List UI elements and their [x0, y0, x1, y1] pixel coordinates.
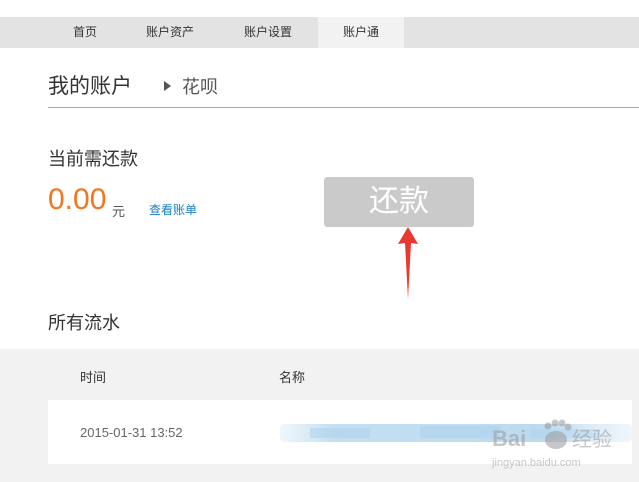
repay-button[interactable]: 还款 [324, 177, 474, 227]
svg-text:经验: 经验 [572, 427, 612, 451]
title-divider [48, 107, 639, 108]
column-header-name: 名称 [279, 371, 306, 386]
svg-text:Bai: Bai [492, 426, 526, 451]
breadcrumb-arrow-icon [164, 81, 171, 91]
top-navigation-bar: 首页 账户资产 账户设置 账户通 [0, 17, 639, 48]
cell-time: 2015-01-31 13:52 [80, 425, 183, 440]
column-header-time: 时间 [80, 371, 107, 386]
svg-text:jingyan.baidu.com: jingyan.baidu.com [492, 457, 581, 469]
top-navigation: 首页 账户资产 账户设置 账户通 [0, 0, 639, 48]
repayment-heading: 当前需还款 [48, 149, 138, 170]
breadcrumb: 花呗 [182, 77, 218, 98]
view-bill-link[interactable]: 查看账单 [149, 201, 197, 218]
transactions-heading: 所有流水 [48, 313, 120, 334]
currency-unit: 元 [112, 205, 126, 220]
nav-item-home[interactable]: 首页 [46, 17, 124, 48]
nav-item-account-settings[interactable]: 账户设置 [226, 17, 310, 48]
page-title: 我的账户 [48, 74, 132, 98]
account-page: 首页 账户资产 账户设置 账户通 我的账户 花呗 当前需还款 0.00 元 查看… [0, 0, 639, 482]
nav-item-account-link[interactable]: 账户通 [318, 17, 404, 48]
baidu-jingyan-watermark: Bai 经验 jingyan.baidu.com [492, 419, 612, 469]
amount-due: 0.00 [48, 183, 107, 216]
annotation-arrow-icon [398, 227, 418, 299]
nav-item-account-assets[interactable]: 账户资产 [130, 17, 210, 48]
